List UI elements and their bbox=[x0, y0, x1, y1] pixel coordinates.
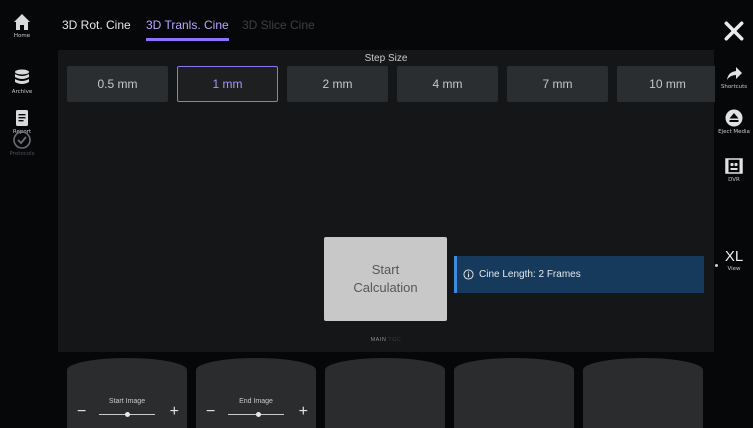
empty-knob-5[interactable] bbox=[583, 358, 703, 428]
close-icon bbox=[724, 21, 744, 41]
start-calculation-button[interactable]: Start Calculation bbox=[324, 237, 447, 321]
nav-home[interactable]: Home bbox=[0, 12, 44, 39]
nav-home-label: Home bbox=[13, 33, 31, 39]
main-panel: Step Size 0.5 mm 1 mm 2 mm 4 mm 7 mm 10 … bbox=[58, 50, 718, 352]
step-4mm-button[interactable]: 4 mm bbox=[397, 66, 498, 102]
step-size-label: Step Size bbox=[364, 53, 408, 64]
end-image-knob[interactable]: End Image − + bbox=[196, 358, 316, 428]
view-label: View bbox=[727, 266, 741, 272]
mode-main[interactable]: MAIN bbox=[371, 337, 387, 343]
report-icon bbox=[16, 110, 28, 126]
empty-knob-4[interactable] bbox=[454, 358, 574, 428]
nav-archive-label: Archive bbox=[11, 89, 33, 95]
archive-icon bbox=[15, 69, 29, 84]
step-1mm-button[interactable]: 1 mm bbox=[177, 66, 278, 102]
view-button[interactable]: XL View bbox=[715, 248, 753, 273]
info-icon bbox=[463, 269, 474, 280]
start-image-slider[interactable] bbox=[124, 412, 130, 417]
empty-knob-3[interactable] bbox=[325, 358, 445, 428]
start-calculation-line1: Start bbox=[371, 262, 400, 278]
tab-3d-rot-cine[interactable]: 3D Rot. Cine bbox=[62, 18, 131, 38]
shortcuts-label: Shortcuts bbox=[720, 84, 748, 90]
end-image-decrement[interactable]: − bbox=[206, 404, 215, 420]
dvr-button[interactable]: DVR bbox=[715, 156, 753, 183]
step-10mm-button[interactable]: 10 mm bbox=[617, 66, 718, 102]
view-size-value: XL bbox=[724, 248, 744, 265]
step-7mm-button[interactable]: 7 mm bbox=[507, 66, 608, 102]
close-button[interactable] bbox=[715, 20, 753, 42]
eject-icon bbox=[725, 109, 743, 127]
step-0-5mm-button[interactable]: 0.5 mm bbox=[67, 66, 168, 102]
right-sidebar: Shortcuts Eject Media DVR XL View bbox=[715, 0, 753, 428]
nav-protocols-label: Protocols bbox=[9, 151, 35, 157]
end-image-slider[interactable] bbox=[256, 412, 262, 417]
end-image-increment[interactable]: + bbox=[299, 404, 308, 420]
eject-media-label: Eject Media bbox=[718, 129, 750, 135]
shortcut-arrow-icon bbox=[727, 67, 742, 80]
shortcuts-button[interactable]: Shortcuts bbox=[715, 63, 753, 90]
eject-media-button[interactable]: Eject Media bbox=[715, 108, 753, 135]
dvr-icon bbox=[725, 158, 743, 174]
start-image-decrement[interactable]: − bbox=[77, 404, 86, 420]
home-icon bbox=[14, 14, 30, 30]
mode-tgc[interactable]: TGC bbox=[388, 337, 401, 343]
nav-protocols[interactable]: Protocols bbox=[0, 130, 44, 157]
protocols-icon bbox=[13, 131, 31, 149]
nav-archive[interactable]: Archive bbox=[0, 68, 44, 95]
step-2mm-button[interactable]: 2 mm bbox=[287, 66, 388, 102]
start-image-increment[interactable]: + bbox=[170, 404, 179, 420]
tab-3d-transl-cine[interactable]: 3D Tranls. Cine bbox=[146, 18, 229, 41]
start-calculation-line2: Calculation bbox=[353, 280, 418, 295]
tab-3d-slice-cine: 3D Slice Cine bbox=[242, 18, 315, 32]
cine-length-info: Cine Length: 2 Frames bbox=[454, 256, 704, 293]
mode-indicator: MAIN TGC bbox=[58, 337, 714, 343]
start-image-knob[interactable]: Start Image − + bbox=[67, 358, 187, 428]
left-sidebar: Home Archive Report Protocols bbox=[0, 0, 44, 428]
dvr-label: DVR bbox=[728, 177, 740, 183]
view-indicator-dot bbox=[715, 264, 718, 267]
cine-length-text: Cine Length: 2 Frames bbox=[479, 269, 581, 280]
